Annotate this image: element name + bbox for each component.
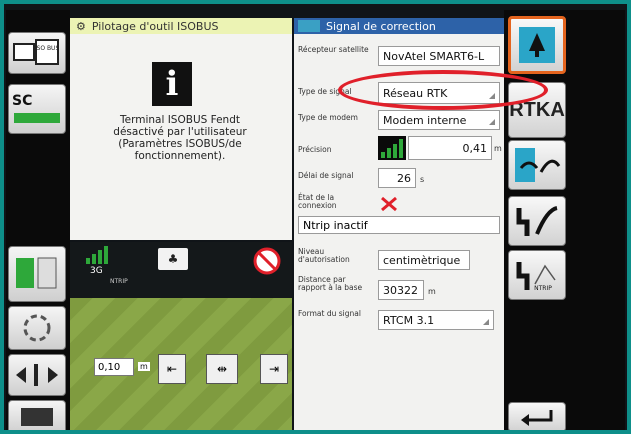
ntrip-label: NTRIP — [110, 278, 128, 285]
precision-signal-icon — [378, 136, 406, 160]
phone-icon — [515, 148, 561, 182]
precision-value: 0,41 — [462, 141, 488, 155]
settings-icon: ⚙ — [76, 19, 86, 33]
rtka-button[interactable]: RTKA — [508, 82, 566, 138]
steering-disabled-icon[interactable] — [252, 246, 282, 276]
offset-arrows-icon — [16, 364, 58, 386]
message-line: désactivé par l'utilisateur — [113, 126, 247, 138]
signal-strength-icon — [86, 246, 108, 264]
field-tree-icon — [519, 27, 555, 63]
ntrip-settings-button[interactable]: NTRIP — [508, 250, 566, 300]
service-button[interactable] — [508, 196, 566, 246]
receiver-value: NovAtel SMART6-L — [383, 49, 485, 63]
guidance-view: 3G NTRIP ♣ 0,10 m ⇤ ⇹ ⇥ — [70, 242, 292, 430]
wrench-ntrip-icon: NTRIP — [516, 262, 556, 292]
isobus-panel-title: Pilotage d'outil ISOBUS — [91, 19, 219, 33]
signal-type-value: Réseau RTK — [383, 86, 448, 100]
rtka-label: RTKA — [509, 98, 565, 121]
format-select[interactable]: RTCM 3.1 — [378, 310, 494, 330]
message-line: (Paramètres ISOBUS/de — [118, 138, 242, 150]
offset-button[interactable] — [8, 354, 66, 396]
camera-icon — [21, 408, 53, 426]
modem-type-select[interactable]: Modem interne — [378, 110, 500, 130]
receiver-label: Récepteur satellite — [298, 45, 369, 54]
terminal-screen: ISO BUS SC ⚙ Pilotage d'outil ISOBUS i T… — [4, 4, 627, 430]
signal-type-label: Type de signal — [298, 87, 352, 96]
rotate-icon — [23, 314, 51, 342]
correction-signal-button[interactable] — [508, 16, 566, 74]
wrench-phone-icon — [516, 206, 558, 236]
section-control-button[interactable]: SC — [8, 84, 66, 134]
distance-value: 30322 — [383, 283, 418, 297]
ntrip-status: Ntrip inactif — [303, 218, 368, 232]
offset-value: 0,10 — [98, 361, 121, 373]
isobus-panel-header: ⚙ Pilotage d'outil ISOBUS — [70, 18, 292, 34]
tree-icon: ♣ — [167, 252, 179, 266]
isobus-message: Terminal ISOBUS Fendt désactivé par l'ut… — [80, 114, 280, 162]
tree-button[interactable]: ♣ — [158, 248, 188, 270]
isobus-icon: ISO BUS — [13, 39, 60, 65]
modem-type-value: Modem interne — [383, 113, 467, 127]
isobus-button[interactable]: ISO BUS — [8, 32, 66, 74]
track-view-button[interactable] — [8, 246, 66, 302]
isobus-label: ISO BUS — [35, 45, 60, 52]
precision-label: Précision — [298, 145, 332, 154]
auth-value: centimètrique — [383, 253, 461, 267]
correction-signal-panel: Signal de correction Récepteur satellite… — [294, 18, 504, 430]
modem-button[interactable] — [508, 140, 566, 190]
correction-header: Signal de correction — [294, 18, 504, 34]
auth-field: centimètrique — [378, 250, 470, 270]
shift-left-button[interactable]: ⇤ — [158, 354, 186, 384]
offset-value-field[interactable]: 0,10 — [94, 358, 134, 376]
offset-unit: m — [138, 362, 150, 371]
sc-label: SC — [12, 93, 32, 109]
shift-right-icon: ⇥ — [268, 362, 280, 376]
info-icon: i — [152, 62, 192, 106]
format-label: Format du signal — [298, 309, 361, 318]
camera-button[interactable] — [8, 400, 66, 430]
format-value: RTCM 3.1 — [383, 313, 435, 327]
message-line: Terminal ISOBUS Fendt — [120, 114, 240, 126]
delay-unit: s — [420, 175, 425, 184]
guidance-status-bar: 3G NTRIP ♣ — [70, 242, 292, 298]
shift-right-button[interactable]: ⇥ — [260, 354, 288, 384]
message-line: fonctionnement). — [134, 150, 226, 162]
sc-icon: SC — [12, 93, 60, 123]
delay-field: 26 — [378, 168, 416, 188]
modem-type-label: Type de modem — [298, 113, 358, 122]
precision-field: 0,41 — [408, 136, 492, 160]
back-arrow-icon — [521, 410, 553, 426]
precision-unit: m — [494, 144, 502, 153]
center-button[interactable]: ⇹ — [206, 354, 238, 384]
connection-label: État de la connexion — [298, 193, 337, 210]
isobus-panel: ⚙ Pilotage d'outil ISOBUS i Terminal ISO… — [70, 18, 292, 240]
right-button-column: RTKA NTRIP — [504, 10, 625, 430]
correction-title: Signal de correction — [326, 19, 436, 33]
left-button-column: ISO BUS SC — [6, 10, 70, 430]
ntrip-button-label: NTRIP — [534, 285, 552, 292]
distance-unit: m — [428, 287, 436, 296]
center-icon: ⇹ — [216, 362, 228, 376]
auth-label: Niveau d'autorisation — [298, 247, 350, 264]
shift-left-icon: ⇤ — [166, 362, 178, 376]
distance-field: 30322 — [378, 280, 424, 300]
back-button[interactable] — [508, 402, 566, 430]
signal-type-select[interactable]: Réseau RTK — [378, 82, 500, 104]
delay-label: Délai de signal — [298, 171, 354, 180]
turn-sequence-button[interactable] — [8, 306, 66, 350]
distance-label: Distance par rapport à la base — [298, 275, 363, 292]
network-label: 3G — [90, 266, 103, 276]
ntrip-status-field: Ntrip inactif — [298, 216, 500, 234]
delay-value: 26 — [397, 171, 411, 185]
connection-failed-icon — [381, 196, 397, 212]
track-icon — [16, 257, 57, 289]
receiver-field[interactable]: NovAtel SMART6-L — [378, 46, 500, 66]
satellite-icon — [298, 20, 320, 32]
